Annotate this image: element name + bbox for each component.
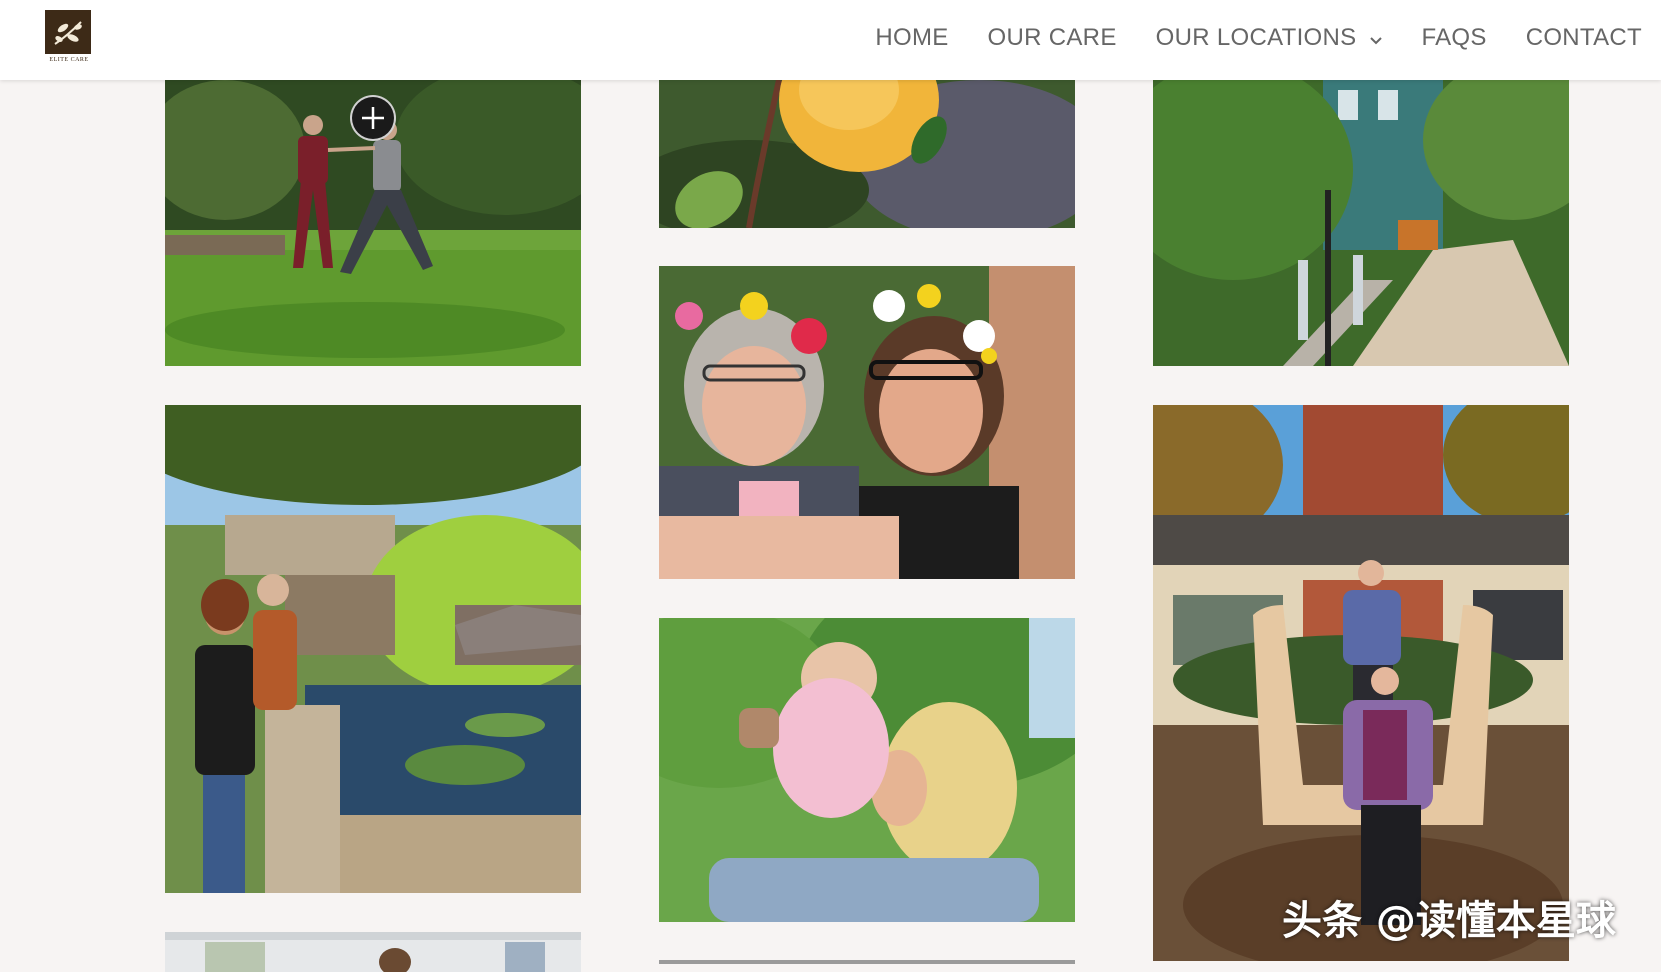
elite-care-logo[interactable]: ELITE CARE [45,10,93,68]
chevron-down-icon [1370,24,1383,52]
nav-contact[interactable]: CONTACT [1526,24,1642,52]
flower-crown-selfie-photo[interactable] [659,266,1075,579]
nav-our-locations[interactable]: OUR LOCATIONS [1156,24,1383,52]
grandmother-baby-photo[interactable] [659,618,1075,922]
peach-branch-photo[interactable] [659,80,1075,228]
logo-text: ELITE CARE [49,57,89,63]
garden-walkway-photo[interactable] [1153,80,1569,366]
nav-our-care[interactable]: OUR CARE [988,24,1117,52]
stump-chair-couple-photo[interactable] [1153,405,1569,961]
nav-faqs[interactable]: FAQS [1421,24,1486,52]
site-header: ELITE CARE HOME OUR CARE OUR LOCATIONS F… [0,0,1661,80]
tent-event-photo[interactable] [165,932,581,972]
nav-home[interactable]: HOME [875,24,948,52]
watermark-text: 头条 @读懂本星球 [1282,898,1616,944]
branch-leaves-logo-icon [45,10,91,54]
main-nav: HOME OUR CARE OUR LOCATIONS FAQS CONTACT [875,24,1642,52]
gallery-next-photo[interactable] [659,960,1075,964]
nav-our-locations-label: OUR LOCATIONS [1155,24,1357,51]
pond-deck-photo[interactable] [165,405,581,893]
plus-zoom-icon[interactable] [350,95,396,141]
